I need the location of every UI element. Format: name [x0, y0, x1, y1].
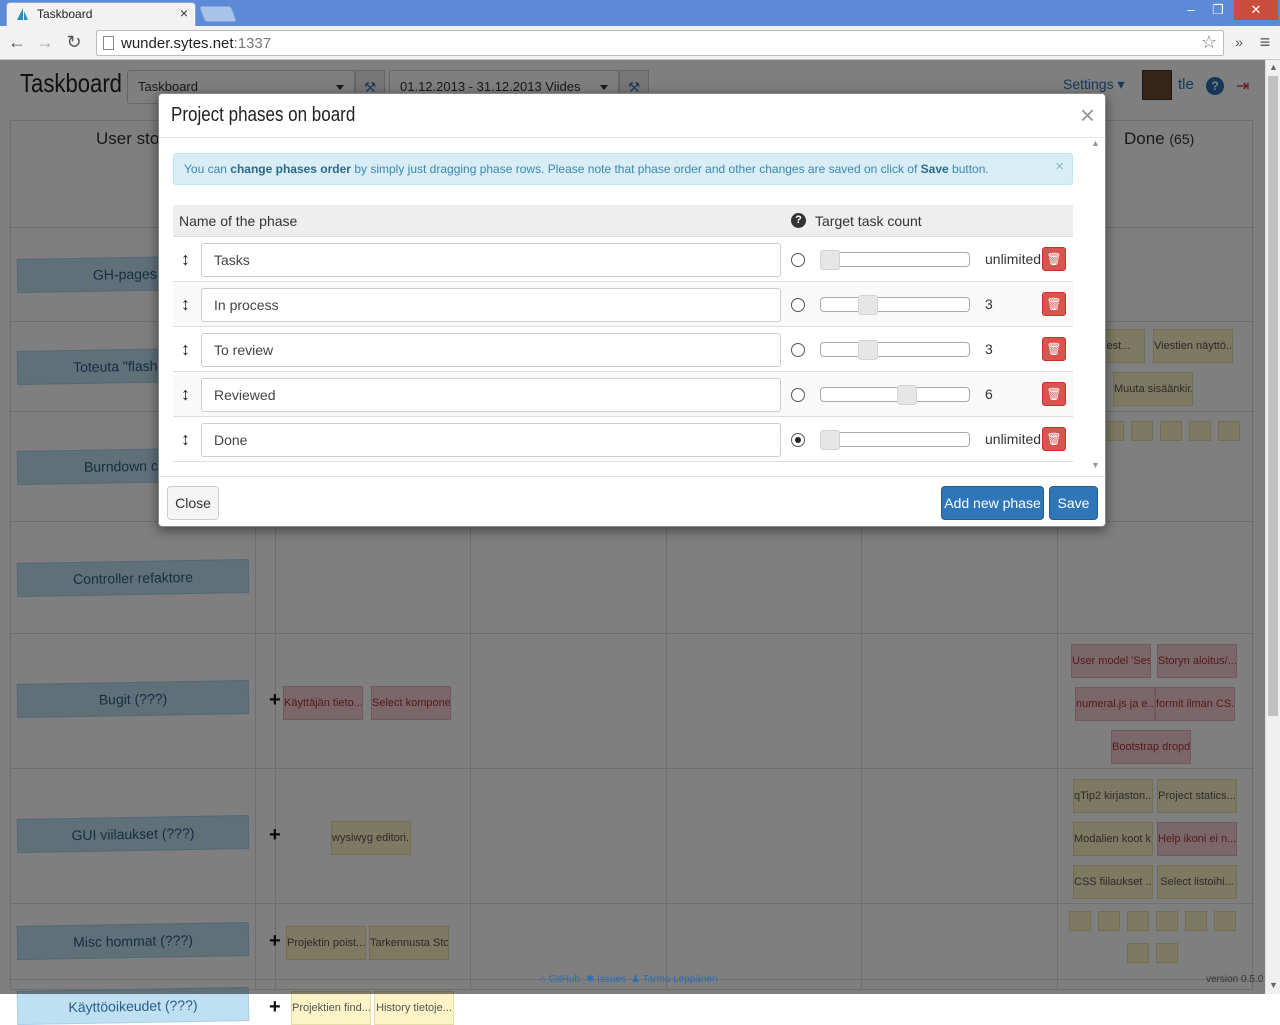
restore-icon[interactable]: ❐ — [1206, 0, 1230, 20]
delete-phase-trash-icon[interactable]: 🗑 — [1042, 337, 1066, 361]
modal-header: Project phases on board × — [159, 94, 1105, 138]
drag-handle-icon[interactable]: ↕ — [181, 429, 190, 450]
phase-row[interactable]: ↕ unlimited🗑 — [173, 417, 1073, 462]
extensions-chevron-icon[interactable]: » — [1228, 34, 1250, 50]
phases-modal: Project phases on board × You can change… — [158, 93, 1106, 527]
reload-icon[interactable]: ↻ — [63, 32, 85, 53]
menu-icon[interactable]: ≡ — [1254, 32, 1276, 53]
target-count-slider[interactable] — [820, 430, 970, 450]
phase-done-radio[interactable] — [791, 298, 805, 312]
forward-icon[interactable]: → — [34, 32, 56, 53]
alert-close-icon[interactable]: × — [1055, 158, 1064, 175]
modal-scroll-up-icon[interactable]: ▲ — [1091, 138, 1100, 148]
delete-phase-trash-icon[interactable]: 🗑 — [1042, 247, 1066, 271]
browser-tab[interactable]: Taskboard × — [6, 2, 196, 26]
phase-row[interactable]: ↕ 3 🗑 — [173, 327, 1073, 372]
task-note[interactable]: History tietoje... — [374, 991, 454, 1025]
drag-handle-icon[interactable]: ↕ — [181, 249, 190, 270]
page-icon — [103, 36, 114, 50]
target-count-value: 3 — [985, 296, 993, 312]
scroll-up-icon[interactable]: ▲ — [1269, 62, 1278, 72]
close-button[interactable]: Close — [167, 486, 219, 520]
table-header: Name of the phase ? Target task count — [173, 205, 1073, 237]
new-tab-button[interactable] — [199, 6, 237, 22]
header-phase-name: Name of the phase — [179, 213, 298, 229]
scroll-down-icon[interactable]: ▼ — [1269, 980, 1278, 990]
phase-name-input[interactable] — [201, 288, 781, 322]
author-link[interactable]: ♟ Tarmo Leppänen — [631, 974, 718, 985]
issues-link[interactable]: ✱ Issues — [586, 974, 626, 985]
slider-thumb[interactable] — [820, 430, 840, 450]
slider-thumb[interactable] — [858, 340, 878, 360]
phase-row[interactable]: ↕ 6 🗑 — [173, 372, 1073, 417]
target-count-value: unlimited — [985, 251, 1042, 267]
minimize-icon[interactable]: – — [1180, 0, 1202, 20]
save-button[interactable]: Save — [1049, 486, 1098, 520]
target-count-slider[interactable] — [820, 385, 970, 405]
browser-toolbar: ← → ↻ wunder.sytes.net:1337 ☆ » ≡ — [0, 26, 1280, 60]
phase-row[interactable]: ↕ 3 🗑 — [173, 282, 1073, 327]
delete-phase-trash-icon[interactable]: 🗑 — [1042, 427, 1066, 451]
modal-scrollbar[interactable]: ▲ ▼ — [1091, 138, 1103, 476]
url-text: wunder.sytes.net:1337 — [121, 35, 272, 52]
add-task-plus-icon[interactable]: + — [269, 996, 281, 1019]
target-count-slider[interactable] — [820, 250, 970, 270]
phase-done-radio[interactable] — [791, 253, 805, 267]
phase-name-input[interactable] — [201, 378, 781, 412]
window-close-icon[interactable]: ✕ — [1234, 0, 1278, 20]
target-count-value: unlimited — [985, 431, 1042, 447]
header-target-count: Target task count — [815, 213, 922, 229]
target-count-value: 3 — [985, 341, 993, 357]
modal-title: Project phases on board — [171, 104, 356, 126]
phase-row[interactable]: ↕ unlimited🗑 — [173, 237, 1073, 282]
modal-footer: Close Add new phase Save — [159, 476, 1105, 526]
address-bar[interactable]: wunder.sytes.net:1337 ☆ — [96, 30, 1224, 56]
bookmark-star-icon[interactable]: ☆ — [1201, 32, 1217, 53]
phase-done-radio[interactable] — [791, 343, 805, 357]
phase-name-input[interactable] — [201, 423, 781, 457]
tab-close-icon[interactable]: × — [180, 5, 188, 21]
phase-done-radio[interactable] — [791, 388, 805, 402]
slider-thumb[interactable] — [897, 385, 917, 405]
github-link[interactable]: ⌂ GitHub — [540, 974, 580, 985]
slider-thumb[interactable] — [858, 295, 878, 315]
modal-body: You can change phases order by simply ju… — [159, 138, 1105, 476]
target-count-slider[interactable] — [820, 340, 970, 360]
version-text: version 0.5.0 — [1206, 974, 1264, 985]
back-icon[interactable]: ← — [6, 32, 28, 53]
tab-title: Taskboard — [37, 7, 93, 21]
phase-name-input[interactable] — [201, 243, 781, 277]
footer: ⌂ GitHub ✱ Issues ♟ Tarmo Leppänen versi… — [0, 964, 1265, 994]
target-count-slider[interactable] — [820, 295, 970, 315]
phases-table: Name of the phase ? Target task count ↕ u… — [173, 205, 1073, 462]
drag-handle-icon[interactable]: ↕ — [181, 294, 190, 315]
delete-phase-trash-icon[interactable]: 🗑 — [1042, 292, 1066, 316]
taskboard-favicon-icon — [17, 8, 28, 20]
target-count-value: 6 — [985, 386, 993, 402]
question-icon[interactable]: ? — [791, 213, 806, 228]
page-scrollbar[interactable]: ▲ ▼ — [1265, 60, 1280, 994]
browser-titlebar: Taskboard × – ❐ ✕ — [0, 0, 1280, 26]
task-note[interactable]: Projektien find... — [291, 991, 371, 1025]
modal-scroll-down-icon[interactable]: ▼ — [1091, 460, 1100, 470]
delete-phase-trash-icon[interactable]: 🗑 — [1042, 382, 1066, 406]
scrollbar-thumb[interactable] — [1268, 76, 1278, 716]
drag-handle-icon[interactable]: ↕ — [181, 339, 190, 360]
info-alert: You can change phases order by simply ju… — [173, 153, 1073, 185]
phase-name-input[interactable] — [201, 333, 781, 367]
phase-done-radio[interactable] — [791, 433, 805, 447]
slider-thumb[interactable] — [820, 250, 840, 270]
drag-handle-icon[interactable]: ↕ — [181, 384, 190, 405]
modal-close-icon[interactable]: × — [1080, 100, 1095, 131]
add-new-phase-button[interactable]: Add new phase — [941, 486, 1044, 520]
